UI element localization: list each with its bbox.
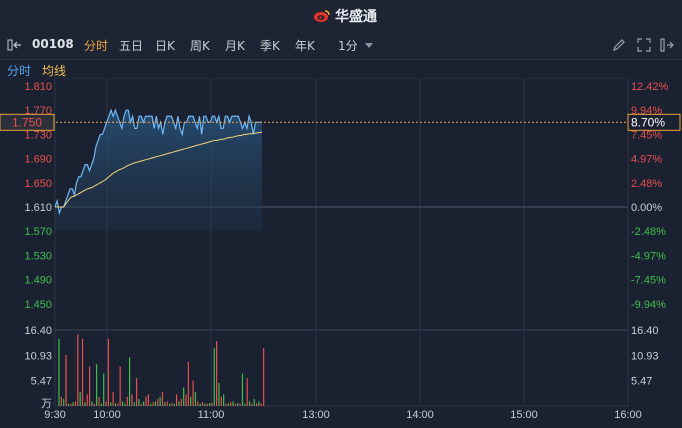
volume-label-right: 5.47 [631, 376, 652, 388]
time-label: 11:00 [198, 409, 225, 421]
price-label: 1.450 [24, 299, 52, 311]
time-label: 10:00 [93, 409, 121, 421]
price-label: 1.650 [24, 178, 52, 190]
volume-unit: 万 [41, 398, 52, 410]
title-bar: 华盛通 [0, 0, 682, 32]
tab-five-day[interactable]: 五日 [119, 37, 143, 54]
volume-label: 5.47 [31, 376, 52, 388]
percent-label: 12.42% [631, 81, 669, 93]
tab-time-line[interactable]: 分时 [7, 62, 31, 79]
time-label: 13:00 [302, 409, 330, 421]
stock-code: 00108 [32, 37, 74, 51]
time-label: 9:30 [44, 409, 65, 421]
volume-label-right: 16.40 [631, 325, 659, 337]
brand: 华盛通 [313, 7, 377, 25]
volume-label: 16.40 [24, 325, 52, 337]
cursor-percent: 8.70% [631, 115, 665, 129]
cursor-price: 1.750 [12, 115, 42, 129]
tab-quarterly-k[interactable]: 季K [260, 37, 280, 54]
percent-label: 4.97% [631, 154, 662, 166]
chevron-down-icon[interactable] [365, 43, 373, 49]
app-title: 华盛通 [335, 9, 377, 25]
price-label: 1.730 [24, 129, 52, 141]
price-label: 1.810 [24, 81, 52, 93]
indicator-tabs: 分时 均线 [0, 60, 682, 78]
time-label: 14:00 [406, 409, 434, 421]
settings-icon[interactable] [659, 37, 675, 53]
intraday-chart[interactable]: 9:30 10:00 11:00 13:00 14:00 15:00 16:00 1.810 1… [0, 78, 682, 428]
percent-label: 7.45% [631, 129, 662, 141]
interval-select[interactable]: 1分 [338, 37, 358, 54]
price-label: 1.570 [24, 226, 52, 238]
price-label: 1.530 [24, 250, 52, 262]
tab-daily-k[interactable]: 日K [155, 37, 175, 54]
tab-intraday[interactable]: 分时 [84, 37, 108, 54]
volume-label-right: 10.93 [631, 350, 659, 362]
percent-label: 2.48% [631, 178, 662, 190]
percent-label: -2.48% [631, 226, 666, 238]
percent-label: -7.45% [631, 275, 666, 287]
pen-icon[interactable] [611, 37, 627, 53]
percent-label: -9.94% [631, 299, 666, 311]
collapse-panel-icon[interactable] [7, 39, 23, 51]
time-label: 15:00 [510, 409, 538, 421]
percent-label: 0.00% [631, 202, 662, 214]
toolbar: 00108 分时 五日 日K 周K 月K 季K 年K 1分 [0, 31, 682, 60]
price-label: 1.690 [24, 154, 52, 166]
percent-label: -4.97% [631, 250, 666, 262]
price-label: 1.490 [24, 275, 52, 287]
tab-average-line[interactable]: 均线 [42, 62, 66, 79]
logo-icon [314, 10, 330, 22]
volume-label: 10.93 [24, 350, 52, 362]
price-label: 1.610 [24, 202, 52, 214]
tab-yearly-k[interactable]: 年K [295, 37, 315, 54]
tab-weekly-k[interactable]: 周K [190, 37, 210, 54]
time-label: 16:00 [614, 409, 642, 421]
expand-icon[interactable] [636, 37, 652, 53]
tab-monthly-k[interactable]: 月K [225, 37, 245, 54]
